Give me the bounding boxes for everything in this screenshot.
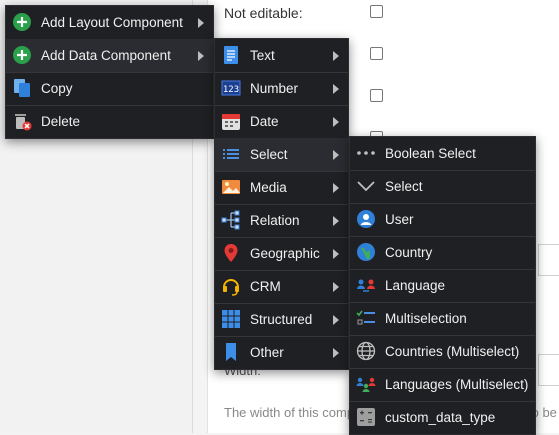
menu-item-relation[interactable]: Relation	[215, 204, 348, 237]
select-submenu: Boolean Select Select User Country Langu…	[349, 136, 536, 435]
list-icon	[221, 144, 241, 164]
menu-item-label: Number	[250, 81, 299, 96]
menu-item-add-layout-component[interactable]: Add Layout Component	[6, 6, 213, 39]
chevron-down-icon	[356, 176, 376, 196]
menu-item-structured[interactable]: Structured	[215, 303, 348, 336]
grid-icon	[221, 309, 241, 329]
menu-item-label: Countries (Multiselect)	[385, 344, 520, 359]
menu-item-label: CRM	[250, 279, 281, 294]
menu-item-language[interactable]: Language	[350, 269, 535, 302]
image-icon	[221, 177, 241, 197]
menu-item-select-type[interactable]: Select	[350, 170, 535, 203]
menu-item-label: custom_data_type	[385, 410, 496, 425]
menu-item-geographic[interactable]: Geographic	[215, 237, 348, 270]
globe-outline-icon	[356, 341, 376, 361]
menu-item-label: Relation	[250, 213, 300, 228]
menu-item-crm[interactable]: CRM	[215, 270, 348, 303]
menu-item-label: Language	[385, 278, 446, 293]
trash-icon	[12, 111, 32, 131]
checkbox-3[interactable]	[370, 89, 383, 102]
menu-item-label: Languages (Multiselect)	[385, 377, 529, 392]
number-icon: 123	[221, 78, 241, 98]
menu-item-label: User	[385, 212, 414, 227]
menu-item-countries-multiselect[interactable]: Countries (Multiselect)	[350, 335, 535, 368]
menu-item-label: Country	[385, 245, 433, 260]
chevron-right-icon	[198, 18, 204, 28]
checkbox-2[interactable]	[370, 47, 383, 60]
calculator-icon	[356, 407, 376, 427]
menu-item-add-data-component[interactable]: Add Data Component	[6, 39, 213, 72]
people-multi-icon	[356, 374, 376, 394]
dots-icon	[356, 143, 376, 163]
menu-item-label: Structured	[250, 312, 313, 327]
menu-item-multiselection[interactable]: Multiselection	[350, 302, 535, 335]
chevron-right-icon	[198, 51, 204, 61]
menu-item-select[interactable]: Select	[215, 138, 348, 171]
menu-item-user[interactable]: User	[350, 203, 535, 236]
map-pin-icon	[221, 243, 241, 263]
menu-item-other[interactable]: Other	[215, 336, 348, 369]
calendar-icon	[221, 111, 241, 131]
text-input[interactable]	[538, 244, 559, 276]
chevron-right-icon	[333, 216, 339, 226]
menu-item-label: Multiselection	[385, 311, 467, 326]
text-icon	[221, 45, 241, 65]
menu-item-delete[interactable]: Delete	[6, 105, 213, 138]
menu-item-country[interactable]: Country	[350, 236, 535, 269]
menu-item-label: Date	[250, 114, 279, 129]
menu-item-label: Add Layout Component	[41, 15, 183, 30]
menu-item-custom-data-type[interactable]: custom_data_type	[350, 401, 535, 434]
menu-item-label: Select	[250, 147, 288, 162]
chevron-right-icon	[333, 117, 339, 127]
data-component-submenu: Text 123 Number Date Select Media Relati…	[214, 38, 349, 370]
menu-item-copy[interactable]: Copy	[6, 72, 213, 105]
chevron-right-icon	[333, 150, 339, 160]
plus-circle-icon	[12, 45, 32, 65]
menu-item-label: Geographic	[250, 246, 320, 261]
width-input-edge[interactable]	[538, 354, 559, 386]
chevron-right-icon	[333, 282, 339, 292]
menu-item-text[interactable]: Text	[215, 39, 348, 72]
chevron-right-icon	[333, 315, 339, 325]
svg-text:123: 123	[223, 85, 239, 95]
menu-item-languages-multiselect[interactable]: Languages (Multiselect)	[350, 368, 535, 401]
menu-item-number[interactable]: 123 Number	[215, 72, 348, 105]
not-editable-label: Not editable:	[224, 5, 303, 21]
menu-item-label: Select	[385, 179, 423, 194]
chevron-right-icon	[333, 249, 339, 259]
chevron-right-icon	[333, 348, 339, 358]
chevron-right-icon	[333, 84, 339, 94]
menu-item-label: Delete	[41, 114, 81, 129]
not-editable-checkbox[interactable]	[370, 5, 383, 18]
menu-item-label: Add Data Component	[41, 48, 171, 63]
menu-item-media[interactable]: Media	[215, 171, 348, 204]
menu-item-label: Media	[250, 180, 287, 195]
headset-icon	[221, 276, 241, 296]
menu-item-label: Boolean Select	[385, 146, 476, 161]
globe-icon	[356, 242, 376, 262]
menu-item-date[interactable]: Date	[215, 105, 348, 138]
copy-icon	[12, 78, 32, 98]
menu-item-label: Copy	[41, 81, 73, 96]
chevron-right-icon	[333, 183, 339, 193]
relation-icon	[221, 210, 241, 230]
context-menu: Add Layout Component Add Data Component …	[5, 5, 214, 139]
menu-item-boolean-select[interactable]: Boolean Select	[350, 137, 535, 170]
plus-circle-icon	[12, 12, 32, 32]
menu-item-label: Other	[250, 345, 284, 360]
menu-item-label: Text	[250, 48, 275, 63]
chevron-right-icon	[333, 51, 339, 61]
checklist-icon	[356, 308, 376, 328]
bookmark-icon	[221, 342, 241, 362]
user-icon	[356, 209, 376, 229]
people-icon	[356, 275, 376, 295]
